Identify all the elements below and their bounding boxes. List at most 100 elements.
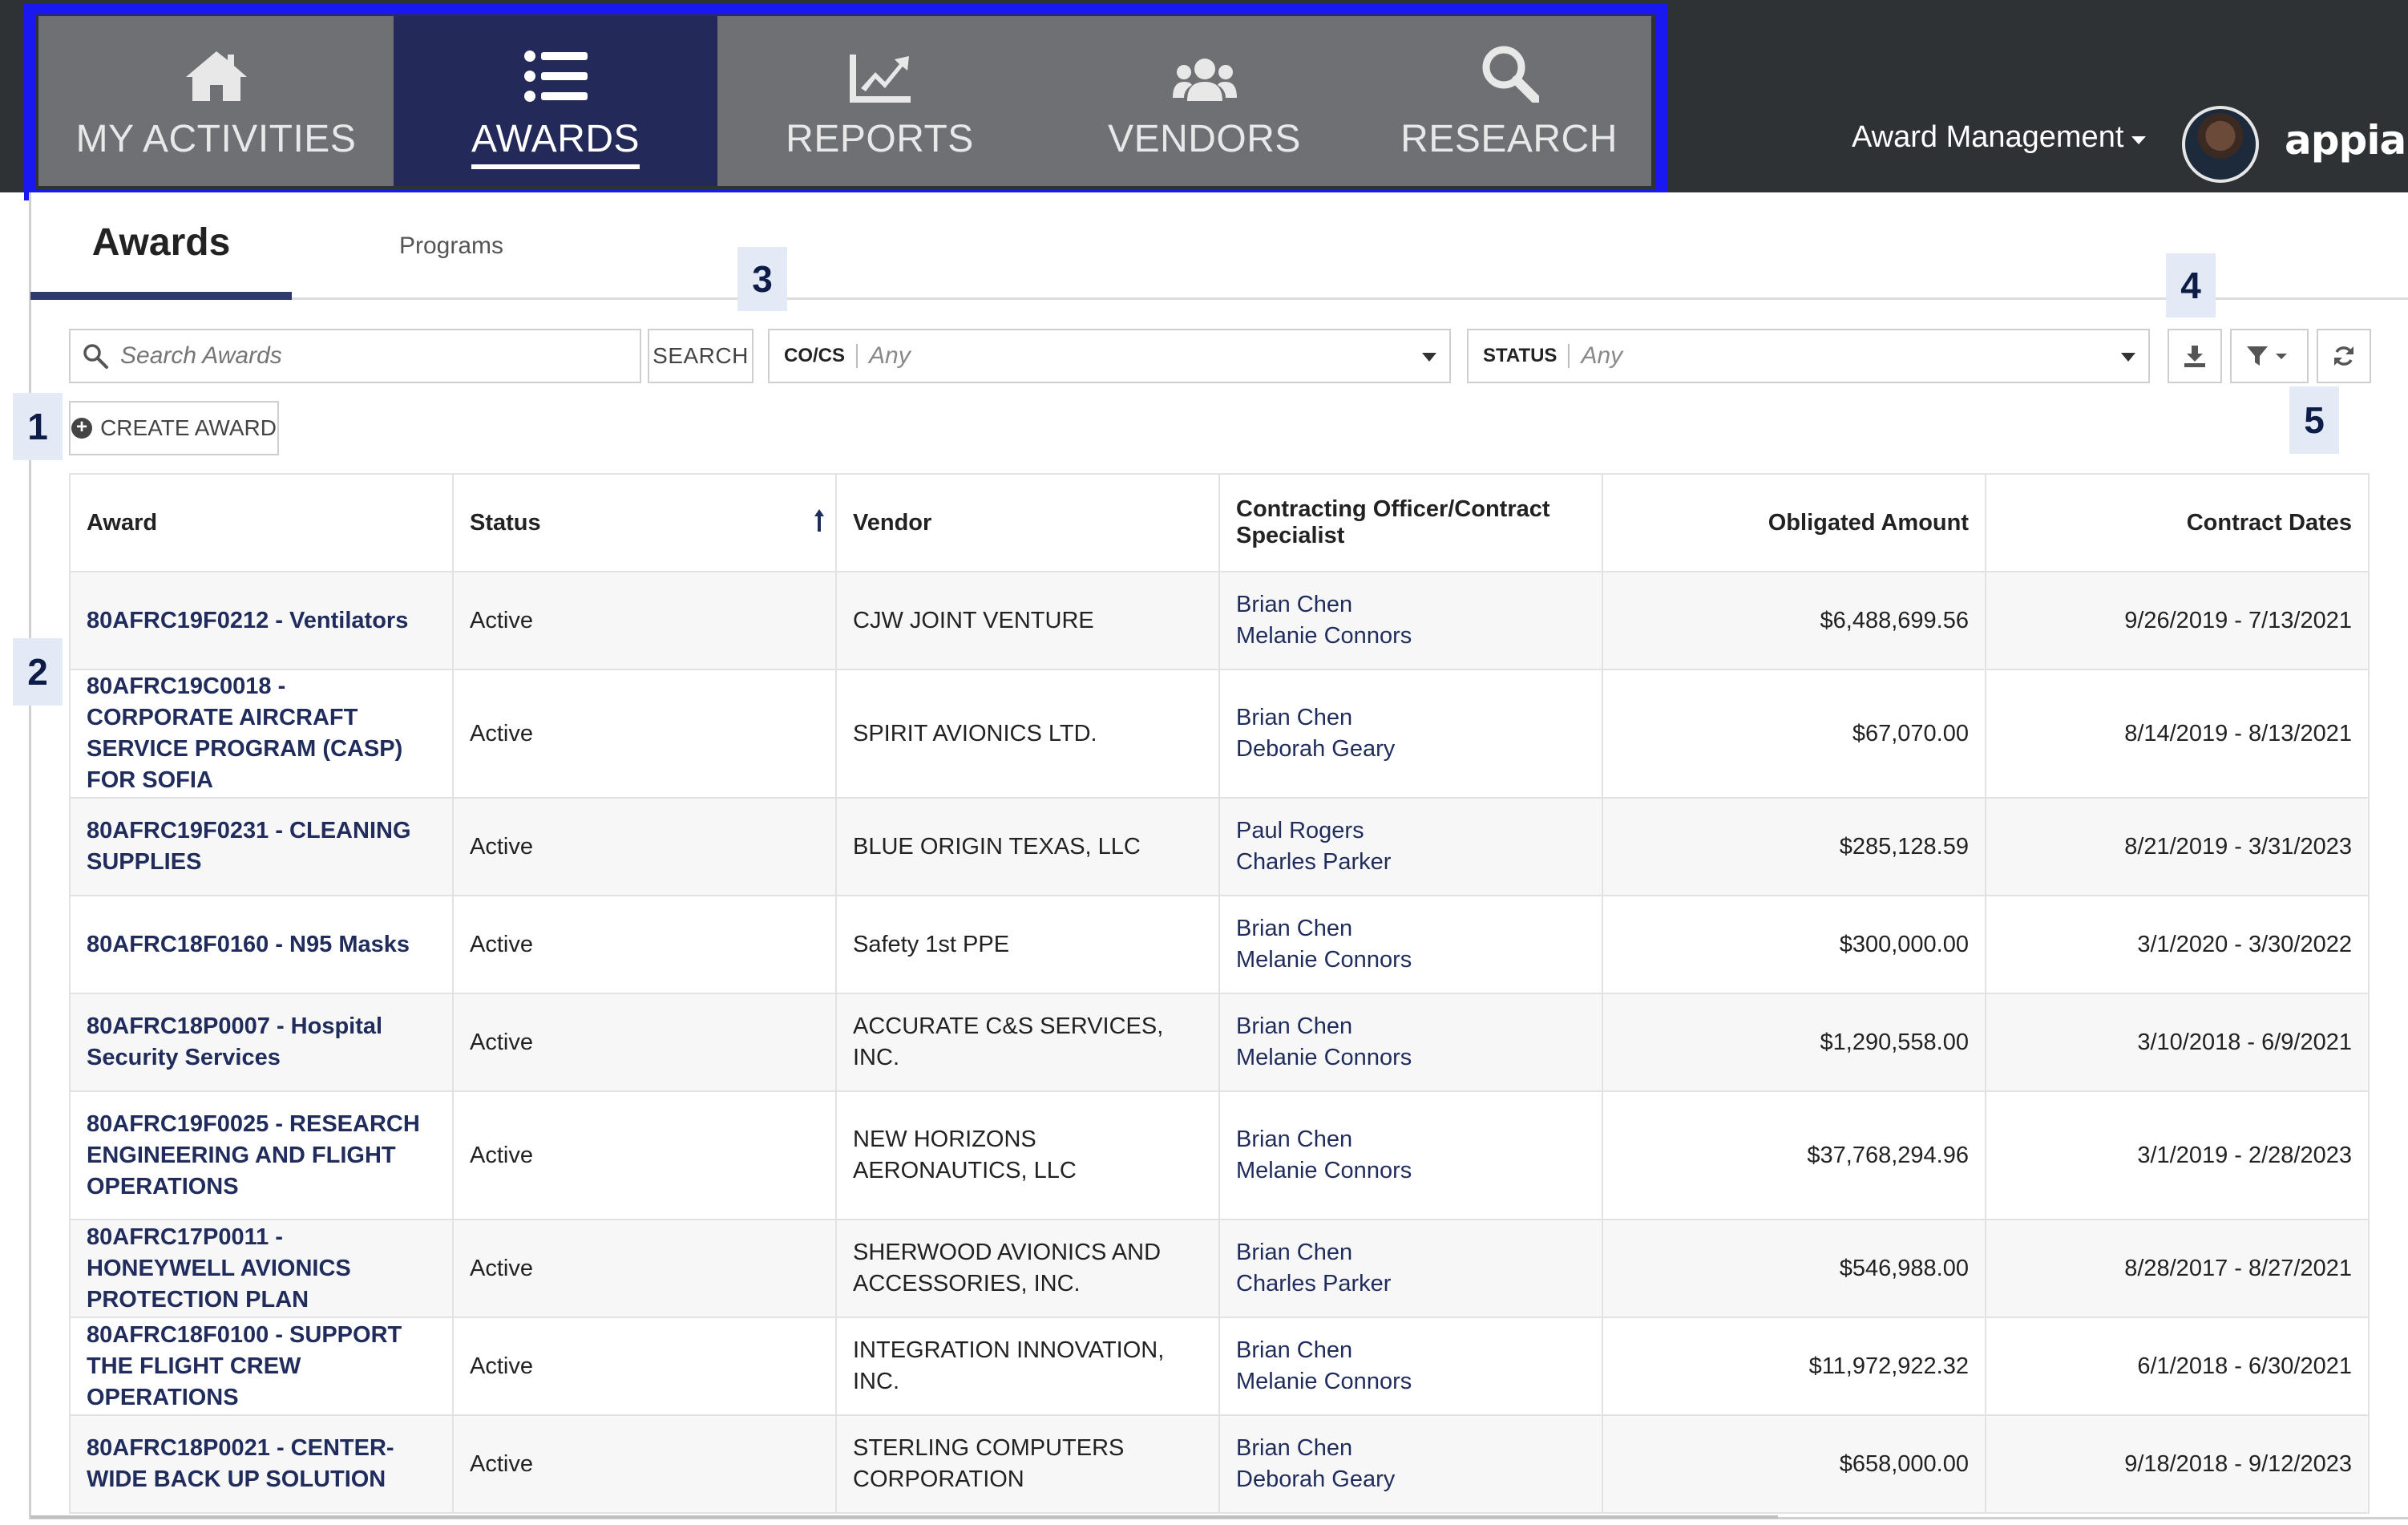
cell-vendor: SPIRIT AVIONICS LTD. [835,669,1220,799]
cell-vendor: Safety 1st PPE [835,895,1220,994]
table-row[interactable]: 80AFRC19F0212 - Ventilators Active CJW JOI… [69,571,2370,670]
divider [1568,344,1570,368]
specialist-link[interactable]: Melanie Connors [1236,945,1586,976]
col-header-vendor[interactable]: Vendor [835,473,1220,572]
search-button[interactable]: SEARCH [648,329,754,383]
page-tabs: Awards Programs [30,192,2408,300]
chevron-down-icon [2131,136,2147,144]
officer-link[interactable]: Brian Chen [1236,702,1586,734]
cell-dates: 8/14/2019 - 8/13/2021 [1985,669,2370,799]
chart-icon [848,16,912,106]
nav-item-awards[interactable]: AWARDS [394,16,717,186]
award-link[interactable]: 80AFRC17P0011 - HONEYWELL AVIONICS PROTE… [87,1224,351,1313]
annotation-badge-2: 2 [13,638,63,706]
nav-item-reports[interactable]: REPORTS [717,16,1042,186]
cell-officer: Brian Chen Deborah Geary [1218,669,1603,799]
create-award-button[interactable]: + CREATE AWARD [69,401,279,455]
cell-award: 80AFRC18F0160 - N95 Masks [69,895,454,994]
cell-award: 80AFRC19F0212 - Ventilators [69,571,454,670]
officer-link[interactable]: Brian Chen [1236,913,1586,945]
filter-button[interactable] [2230,329,2309,383]
nav-label: VENDORS [1108,118,1301,160]
col-header-dates[interactable]: Contract Dates [1985,473,2370,572]
specialist-link[interactable]: Melanie Connors [1236,621,1586,652]
table-row[interactable]: 80AFRC18F0100 - SUPPORT THE FLIGHT CREW … [69,1317,2370,1416]
nav-label: MY ACTIVITIES [75,118,357,160]
table-row[interactable]: 80AFRC18P0007 - Hospital Security Servic… [69,993,2370,1092]
nav-item-vendors[interactable]: VENDORS [1042,16,1367,186]
cocs-dropdown[interactable]: CO/CS Any [768,329,1451,383]
cell-dates: 3/1/2019 - 2/28/2023 [1985,1090,2370,1220]
specialist-link[interactable]: Melanie Connors [1236,1366,1586,1398]
cell-dates: 8/21/2019 - 3/31/2023 [1985,797,2370,896]
cell-status: Active [452,993,837,1092]
award-link[interactable]: 80AFRC19F0212 - Ventilators [87,608,408,633]
cell-award: 80AFRC18P0007 - Hospital Security Servic… [69,993,454,1092]
award-link[interactable]: 80AFRC19F0025 - RESEARCH ENGINEERING AND… [87,1111,420,1199]
award-link[interactable]: 80AFRC18F0100 - SUPPORT THE FLIGHT CREW … [87,1322,402,1410]
award-link[interactable]: 80AFRC19C0018 - CORPORATE AIRCRAFT SERVI… [87,674,402,793]
officer-link[interactable]: Brian Chen [1236,1237,1586,1268]
col-header-officer[interactable]: Contracting Officer/Contract Specialist [1218,473,1603,572]
officer-link[interactable]: Brian Chen [1236,1433,1586,1464]
main-nav: MY ACTIVITIES AWARDS REPORTS VENDORS RES… [38,16,1651,186]
plus-circle-icon: + [71,418,93,439]
nav-item-my-activities[interactable]: MY ACTIVITIES [38,16,394,186]
cell-vendor: BLUE ORIGIN TEXAS, LLC [835,797,1220,896]
annotation-badge-3: 3 [737,247,787,311]
search-awards-input[interactable] [120,342,617,370]
specialist-link[interactable]: Charles Parker [1236,847,1586,878]
cell-amount: $285,128.59 [1602,797,1986,896]
cell-vendor: NEW HORIZONS AERONAUTICS, LLC [835,1090,1220,1220]
cell-status: Active [452,797,837,896]
nav-item-research[interactable]: RESEARCH [1367,16,1651,186]
list-icon [523,16,588,106]
specialist-link[interactable]: Melanie Connors [1236,1155,1586,1187]
officer-link[interactable]: Brian Chen [1236,1124,1586,1155]
cell-dates: 9/18/2018 - 9/12/2023 [1985,1414,2370,1514]
search-icon [1480,16,1539,106]
col-header-award[interactable]: Award [69,473,454,572]
award-link[interactable]: 80AFRC18P0021 - CENTER-WIDE BACK UP SOLU… [87,1435,394,1492]
cell-vendor: INTEGRATION INNOVATION, INC. [835,1317,1220,1416]
status-dropdown[interactable]: STATUS Any [1467,329,2150,383]
app-menu-dropdown[interactable]: Award Management [1852,120,2147,155]
tab-programs[interactable]: Programs [351,192,551,300]
specialist-link[interactable]: Charles Parker [1236,1268,1586,1300]
sort-ascending-icon [814,509,824,532]
officer-link[interactable]: Brian Chen [1236,1011,1586,1042]
specialist-link[interactable]: Melanie Connors [1236,1042,1586,1074]
col-header-amount[interactable]: Obligated Amount [1602,473,1986,572]
cell-officer: Brian Chen Melanie Connors [1218,895,1603,994]
table-row[interactable]: 80AFRC19C0018 - CORPORATE AIRCRAFT SERVI… [69,669,2370,799]
cell-status: Active [452,571,837,670]
specialist-link[interactable]: Deborah Geary [1236,1464,1586,1495]
officer-link[interactable]: Brian Chen [1236,589,1586,621]
user-avatar[interactable] [2182,106,2259,183]
officer-link[interactable]: Paul Rogers [1236,815,1586,847]
table-row[interactable]: 80AFRC18F0160 - N95 Masks Active Safety 1s… [69,895,2370,994]
refresh-icon [2334,346,2353,366]
download-button[interactable] [2168,329,2222,383]
table-row[interactable]: 80AFRC19F0025 - RESEARCH ENGINEERING AND… [69,1090,2370,1220]
col-header-status[interactable]: Status [452,473,837,572]
tab-awards[interactable]: Awards [30,192,292,300]
chevron-down-icon [2121,353,2135,362]
cell-vendor: ACCURATE C&S SERVICES, INC. [835,993,1220,1092]
award-link[interactable]: 80AFRC18P0007 - Hospital Security Servic… [87,1013,382,1070]
cell-dates: 3/10/2018 - 6/9/2021 [1985,993,2370,1092]
specialist-link[interactable]: Deborah Geary [1236,734,1586,765]
table-body: 80AFRC19F0212 - Ventilators Active CJW JOI… [69,571,2370,1514]
table-row[interactable]: 80AFRC17P0011 - HONEYWELL AVIONICS PROTE… [69,1219,2370,1318]
officer-link[interactable]: Brian Chen [1236,1335,1586,1366]
award-link[interactable]: 80AFRC19F0231 - CLEANING SUPPLIES [87,818,411,875]
table-row[interactable]: 80AFRC18P0021 - CENTER-WIDE BACK UP SOLU… [69,1414,2370,1514]
cell-officer: Brian Chen Melanie Connors [1218,993,1603,1092]
cell-officer: Brian Chen Melanie Connors [1218,571,1603,670]
refresh-button[interactable] [2317,329,2371,383]
cell-award: 80AFRC18F0100 - SUPPORT THE FLIGHT CREW … [69,1317,454,1416]
award-link[interactable]: 80AFRC18F0160 - N95 Masks [87,932,410,957]
table-row[interactable]: 80AFRC19F0231 - CLEANING SUPPLIES Active B… [69,797,2370,896]
search-input-box [69,329,641,383]
cell-status: Active [452,1090,837,1220]
